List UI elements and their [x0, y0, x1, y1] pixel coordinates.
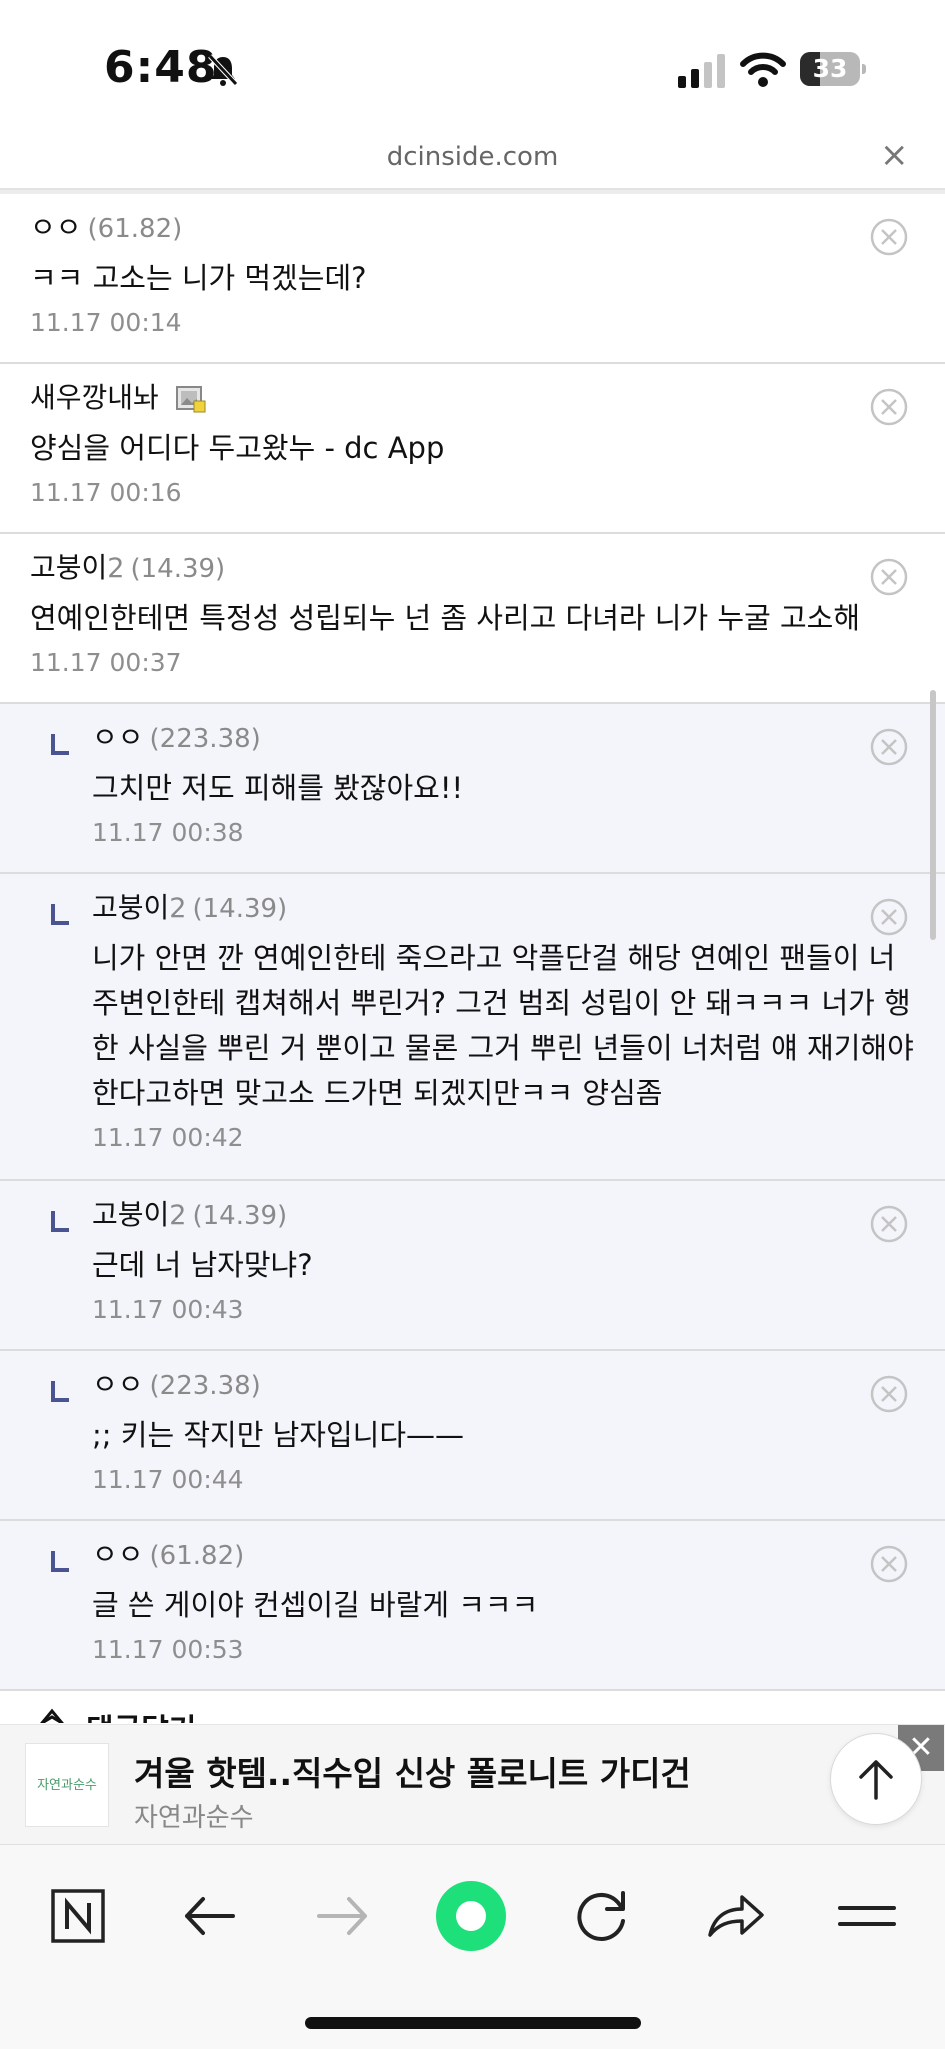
back-arrow-icon[interactable]	[175, 1881, 245, 1951]
silent-bell-icon	[208, 54, 238, 86]
comment-time: 11.17 00:38	[92, 818, 244, 847]
reply-arrow-icon	[51, 1211, 69, 1232]
comment-text: 연예인한테면 특정성 성립되누 넌 좀 사리고 다녀라 니가 누굴 고소해	[30, 601, 861, 635]
reply-item: 고붕이2 (14.39) 니가 안면 깐 연예인한테 죽으라고 악플단걸 해당 연…	[0, 874, 945, 1181]
comment-author[interactable]: ㅇㅇ (223.38)	[92, 1365, 852, 1405]
comment-text: 근데 너 남자맞냐?	[92, 1248, 313, 1282]
reply-item: ㅇㅇ (223.38) 그치만 저도 피해를 봤잖아요!! 11.17 00:38	[0, 704, 945, 874]
comment-ip: (14.39)	[192, 894, 288, 924]
ad-logo: 자연과순수	[25, 1743, 109, 1827]
share-icon[interactable]	[700, 1881, 770, 1951]
comment-ip: (14.39)	[130, 554, 226, 584]
comment-time: 11.17 00:14	[30, 308, 182, 337]
refresh-icon[interactable]	[567, 1881, 637, 1951]
arrow-up-icon	[859, 1760, 893, 1800]
fixed-nick-gallery-icon	[175, 386, 206, 413]
comment-text: 그치만 저도 피해를 봤잖아요!!	[92, 771, 464, 805]
comment-nick-number: 2	[107, 553, 125, 584]
comment-item: 고붕이2 (14.39) 연예인한테면 특정성 성립되누 넌 좀 사리고 다녀라 …	[0, 534, 945, 704]
comment-time: 11.17 00:43	[92, 1295, 244, 1324]
comment-item: 새우깡내놔 양심을 어디다 두고왔누 - dc App 11.17 00:16	[0, 364, 945, 534]
comment-text-line: 한다고하면 맞고소 드가면 되겠지만ㅋㅋ 양심좀	[92, 1076, 663, 1110]
wifi-icon	[740, 52, 786, 87]
comment-list: ㅇㅇ (61.82) ㅋㅋ 고소는 니가 먹겠는데? 11.17 00:14 새우…	[0, 194, 945, 1691]
comment-author[interactable]: ㅇㅇ (61.82)	[30, 208, 850, 248]
scroll-to-top-button[interactable]	[830, 1733, 922, 1825]
comment-nick-number: 2	[169, 1200, 187, 1231]
comment-author[interactable]: 고붕이2 (14.39)	[92, 888, 932, 928]
comment-author[interactable]: ㅇㅇ (61.82)	[92, 1535, 852, 1575]
reply-arrow-icon	[51, 1551, 69, 1572]
url-bar: dcinside.com ×	[0, 130, 945, 190]
comment-author[interactable]: 고붕이2 (14.39)	[30, 548, 890, 588]
reply-arrow-icon	[51, 1381, 69, 1402]
naver-n-icon[interactable]	[43, 1881, 113, 1951]
menu-icon[interactable]	[832, 1881, 902, 1951]
cellular-signal-icon	[678, 54, 725, 88]
comment-text: ㅋㅋ 고소는 니가 먹겠는데?	[30, 261, 367, 295]
comment-nick: ㅇㅇ	[92, 1368, 144, 1401]
reply-item: 고붕이2 (14.39) 근데 너 남자맞냐? 11.17 00:43	[0, 1181, 945, 1351]
partial-section-title: 댓글달기	[86, 1705, 196, 1723]
comment-nick: 새우깡내놔	[30, 381, 159, 414]
green-dot-icon[interactable]	[436, 1881, 506, 1951]
comment-text: ;; 키는 작지만 남자입니다——	[92, 1418, 464, 1452]
delete-comment-icon[interactable]	[870, 558, 908, 596]
comment-author[interactable]: 고붕이2 (14.39)	[92, 1195, 852, 1235]
comment-author[interactable]: ㅇㅇ (223.38)	[92, 718, 852, 758]
comment-time: 11.17 00:37	[30, 648, 182, 677]
reply-arrow-icon	[51, 734, 69, 755]
reply-item: ㅇㅇ (223.38) ;; 키는 작지만 남자입니다—— 11.17 00:44	[0, 1351, 945, 1521]
ad-title[interactable]: 겨울 핫템..직수입 신상 폴로니트 가디건	[134, 1747, 691, 1795]
comment-time: 11.17 00:44	[92, 1465, 244, 1494]
comment-time: 11.17 00:16	[30, 478, 182, 507]
comment-time: 11.17 00:53	[92, 1635, 244, 1664]
status-bar: 6:48 33	[0, 0, 945, 130]
comment-ip: (223.38)	[149, 724, 261, 754]
ad-banner[interactable]: 자연과순수 겨울 핫템..직수입 신상 폴로니트 가디건 자연과순수 ✕	[0, 1724, 945, 1845]
comment-text-line: 주변인한테 캡쳐해서 뿌린거? 그건 범죄 성립이 안 돼ㅋㅋㅋ 너가 행	[92, 986, 911, 1020]
forward-arrow-icon[interactable]	[307, 1881, 377, 1951]
battery-icon: 33	[800, 52, 866, 86]
comment-ip: (61.82)	[87, 214, 183, 244]
battery-level: 33	[812, 54, 848, 83]
delete-comment-icon[interactable]	[870, 1375, 908, 1413]
mountain-icon	[40, 1708, 64, 1723]
delete-comment-icon[interactable]	[870, 218, 908, 256]
browser-toolbar	[0, 1844, 945, 2049]
comment-ip: (14.39)	[192, 1201, 288, 1231]
comment-text: 니가 안면 깐 연예인한테 죽으라고 악플단걸 해당 연예인 팬들이 너 주변인…	[92, 936, 932, 1116]
url-text[interactable]: dcinside.com	[0, 142, 945, 172]
comment-text-line: 한 사실을 뿌린 거 뿐이고 물론 그거 뿌린 년들이 너처럼 얘 재기해야	[92, 1031, 914, 1065]
reply-item: ㅇㅇ (61.82) 글 쓴 게이야 컨셉이길 바랄게 ㅋㅋㅋ 11.17 00:…	[0, 1521, 945, 1691]
comment-time: 11.17 00:42	[92, 1123, 244, 1152]
delete-comment-icon[interactable]	[870, 388, 908, 426]
home-indicator	[305, 2017, 641, 2029]
delete-comment-icon[interactable]	[870, 1545, 908, 1583]
delete-comment-icon[interactable]	[870, 728, 908, 766]
comment-nick: 고붕이	[92, 891, 170, 924]
comment-text: 글 쓴 게이야 컨셉이길 바랄게 ㅋㅋㅋ	[92, 1588, 539, 1622]
comment-ip: (61.82)	[149, 1541, 245, 1571]
comment-nick-number: 2	[169, 893, 187, 924]
scrollbar[interactable]	[930, 690, 936, 940]
comment-nick: 고붕이	[92, 1198, 170, 1231]
delete-comment-icon[interactable]	[870, 1205, 908, 1243]
comment-text: 양심을 어디다 두고왔누 - dc App	[30, 431, 445, 465]
comment-author[interactable]: 새우깡내놔	[30, 378, 850, 418]
partial-section-header: 댓글달기	[0, 1697, 945, 1723]
comment-ip: (223.38)	[149, 1371, 261, 1401]
delete-comment-icon[interactable]	[870, 898, 908, 936]
reply-arrow-icon	[51, 904, 69, 925]
comment-nick: ㅇㅇ	[30, 211, 82, 244]
status-time: 6:48	[104, 42, 218, 93]
ad-advertiser: 자연과순수	[134, 1803, 254, 1833]
comment-nick: ㅇㅇ	[92, 1538, 144, 1571]
close-button[interactable]: ×	[880, 138, 909, 172]
comment-nick: 고붕이	[30, 551, 108, 584]
comment-item: ㅇㅇ (61.82) ㅋㅋ 고소는 니가 먹겠는데? 11.17 00:14	[0, 194, 945, 364]
comment-text-line: 니가 안면 깐 연예인한테 죽으라고 악플단걸 해당 연예인 팬들이 너	[92, 941, 896, 975]
comment-nick: ㅇㅇ	[92, 721, 144, 754]
